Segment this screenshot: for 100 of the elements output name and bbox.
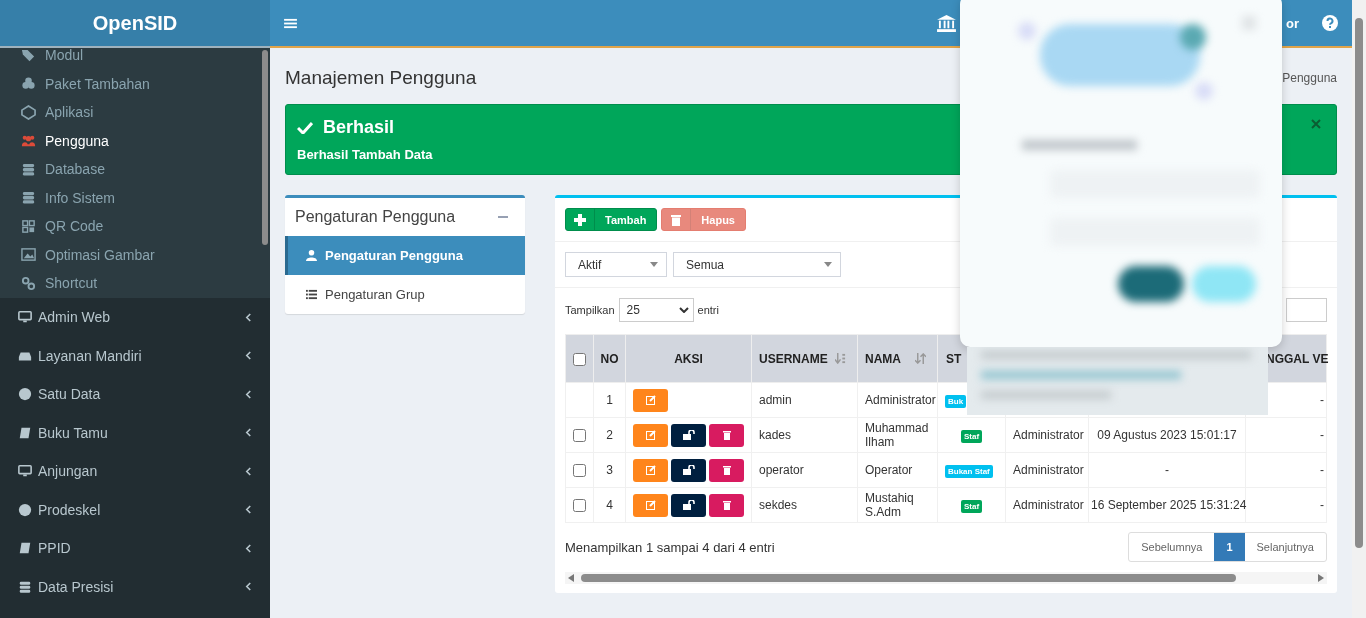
table-cell: - [1320,428,1324,442]
sidebar-item[interactable]: Data Presisi [0,567,270,606]
chevron-down-icon [678,307,689,313]
scroll-left-icon[interactable] [568,574,574,582]
edit-button[interactable] [633,388,668,412]
table-cell: - [1320,463,1324,477]
dropdown-arrow-icon [650,262,658,267]
link-icon [21,275,36,291]
qrcode-icon [21,218,36,234]
user-icon [306,250,317,261]
search-field[interactable] [1286,298,1327,322]
close-icon[interactable] [1311,119,1321,129]
lock-button[interactable] [671,458,706,482]
entries-label: entri [697,304,719,316]
dropdown-arrow-icon [824,262,832,267]
sidebar-subitem[interactable]: Pengguna [0,126,270,155]
table-cell: Mustahiq S.Adm [857,487,938,523]
sidebar-item[interactable]: Anjungan [0,452,270,491]
server-icon [21,190,36,206]
delete-button[interactable] [709,423,744,447]
table-cell: sekdes [751,487,858,523]
edit-icon [645,465,656,475]
unlock-icon [682,430,695,440]
sidebar-subitem[interactable]: Aplikasi [0,98,270,127]
users-icon [21,133,36,149]
sidebar-subitem[interactable]: Info Sistem [0,183,270,212]
column-header: NO [593,334,626,383]
panel-title: Pengaturan Pengguna [295,208,456,226]
sidebar-item[interactable]: Layanan Mandiri [0,336,270,375]
sidebar-item[interactable]: Prodeskel [0,490,270,529]
breadcrumb[interactable]: Pengguna [1282,71,1337,85]
select-all-checkbox[interactable] [573,352,586,366]
menu-icon[interactable] [284,17,297,29]
table-cell: Administrator [857,382,938,418]
sidebar-subitem[interactable]: Shortcut [0,269,270,298]
row-checkbox[interactable] [573,464,586,478]
delete-button[interactable] [709,493,744,517]
sidebar-item[interactable]: Buku Tamu [0,413,270,452]
list-icon [306,289,317,300]
filter-select[interactable]: Semua [673,252,841,277]
status-badge: Bukan Staf [945,464,993,478]
alert-title: Berhasil [323,117,395,138]
row-checkbox[interactable] [573,499,586,513]
table-cell: 4 [593,487,626,523]
trash-icon [671,213,682,226]
image-icon [21,247,36,263]
page-link[interactable]: Selanjutnya [1244,533,1326,561]
status-badge: Buk [945,394,967,408]
column-header[interactable]: USERNAME [751,334,858,383]
lock-button[interactable] [671,493,706,517]
table-info: Menampilkan 1 sampai 4 dari 4 entri [565,539,775,555]
table-cell: 2 [593,417,626,453]
help-icon[interactable] [1322,15,1338,31]
user-name[interactable]: or [1286,15,1299,31]
sidebar-item[interactable]: PPID [0,529,270,568]
database-icon [18,579,32,594]
table-cell: 09 Agustus 2023 15:01:17 [1097,428,1237,442]
sidebar-item[interactable]: Admin Web [0,298,270,337]
table-cell: kades [751,417,858,453]
delete-button[interactable] [709,458,744,482]
edit-icon [645,395,656,405]
sidebar-subitem[interactable]: Optimasi Gambar [0,240,270,269]
sidebar-subitem[interactable]: Paket Tambahan [0,69,270,98]
lock-button[interactable] [671,423,706,447]
page-size-select[interactable]: 25 [618,298,694,322]
column-header[interactable]: NAMA [857,334,938,383]
trash-icon [722,500,731,510]
page-link[interactable]: Sebelumnya [1129,533,1215,561]
database-icon [21,161,36,177]
sidebar-subitem[interactable]: Modul [0,48,270,70]
sidebar-item[interactable]: Satu Data [0,375,270,414]
table-cell: - [1165,463,1169,477]
status-badge: Staf [960,499,983,513]
settings-nav-item[interactable]: Pengaturan Grup [285,275,525,314]
page-title: Manajemen Pengguna [285,67,477,89]
bank-icon[interactable] [937,14,956,32]
show-label: Tampilkan [565,304,615,316]
page-link[interactable]: 1 [1214,533,1245,561]
brand-logo[interactable]: OpenSID [0,0,270,48]
table-cell: Administrator [1013,463,1084,477]
table-cell: Muhammad Ilham [857,417,938,453]
table-cell: 16 September 2025 15:31:24 [1091,498,1247,512]
settings-nav-item[interactable]: Pengaturan Pengguna [285,236,525,275]
edit-icon [645,500,656,510]
unlock-icon [682,500,695,510]
filter-select[interactable]: Aktif [565,252,667,277]
sidebar-scrollbar[interactable] [262,50,268,245]
sort-icon [915,353,926,364]
table-cell: - [1320,498,1324,512]
table-cell: 1 [593,382,626,418]
row-checkbox[interactable] [573,429,586,443]
sort-icon [835,353,846,364]
sidebar-subitem[interactable]: Database [0,155,270,184]
edit-icon [645,430,656,440]
status-badge: Staf [960,429,983,443]
page-scrollbar[interactable] [1352,0,1366,618]
table-cell: Administrator [1013,498,1084,512]
horizontal-scrollbar[interactable] [565,572,1327,584]
scroll-right-icon[interactable] [1318,574,1324,582]
sidebar-subitem[interactable]: QR Code [0,212,270,241]
